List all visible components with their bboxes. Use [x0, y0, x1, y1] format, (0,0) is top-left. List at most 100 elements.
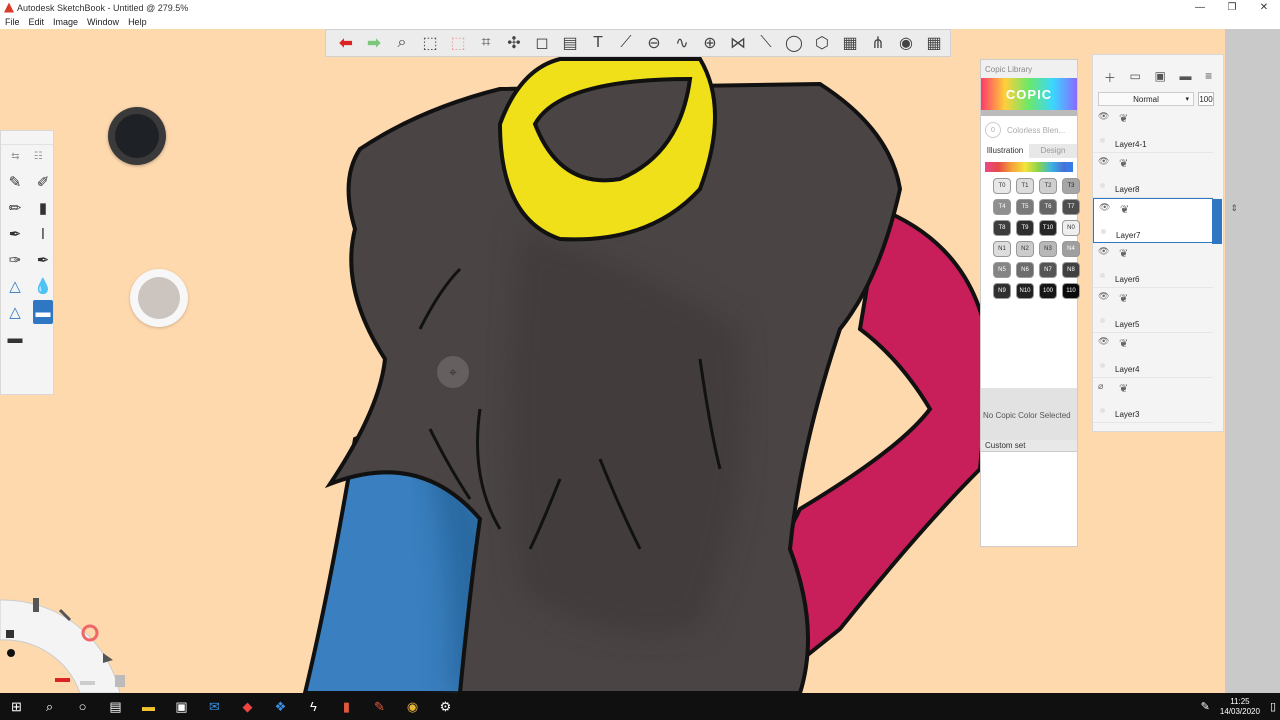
app-red-icon[interactable]: ◆	[231, 693, 264, 720]
symmetry-icon[interactable]: ⋈	[724, 31, 752, 55]
airbrush-icon[interactable]: △	[5, 274, 25, 298]
shape-icon[interactable]: ⬡	[808, 31, 836, 55]
distort-icon[interactable]: ◻	[528, 31, 556, 55]
pencil-brush-icon[interactable]: ✎	[5, 170, 25, 194]
layer-lock-dot[interactable]	[1100, 138, 1105, 143]
layer-row[interactable]: 👁 ❦ Layer6	[1093, 243, 1213, 288]
cortana-icon[interactable]: ○	[66, 693, 99, 720]
copic-swatch[interactable]: N5	[993, 262, 1011, 278]
select-icon[interactable]: ⬚	[416, 31, 444, 55]
copic-swatch[interactable]: 100	[1039, 283, 1057, 299]
transform-icon[interactable]: ✣	[500, 31, 528, 55]
close-icon[interactable]: ✕	[1248, 0, 1280, 15]
copic-icon[interactable]: ▦	[836, 31, 864, 55]
start-icon[interactable]: ⊞	[0, 693, 33, 720]
dropbox-icon[interactable]: ❖	[264, 693, 297, 720]
layer-options-icon[interactable]: ⇕	[1230, 203, 1238, 214]
zoom-icon[interactable]: ⌕	[388, 31, 416, 55]
layer-row[interactable]: 👁 ❦ Layer4-1	[1093, 108, 1213, 153]
menu-edit[interactable]: Edit	[29, 17, 45, 27]
undo-icon[interactable]: ⬅	[332, 31, 360, 55]
sketchbook-taskbar-icon[interactable]: ✎	[363, 693, 396, 720]
copic-swatch[interactable]: N1	[993, 241, 1011, 257]
circle-icon[interactable]: ◯	[780, 31, 808, 55]
eye-icon[interactable]: 👁	[1099, 202, 1110, 213]
hard-eraser-icon[interactable]: ▬	[5, 326, 25, 350]
layer-row[interactable]: ⌀ ❦ Layer3	[1093, 378, 1213, 423]
copic-swatch[interactable]: T0	[993, 178, 1011, 194]
layer-lock-dot[interactable]	[1100, 408, 1105, 413]
layer-lock-dot[interactable]	[1100, 363, 1105, 368]
perspective-icon[interactable]: ⊕	[696, 31, 724, 55]
tab-illustration[interactable]: Illustration	[981, 144, 1029, 158]
copic-swatch[interactable]: T4	[993, 199, 1011, 215]
eraser-icon[interactable]	[6, 630, 14, 638]
eye-icon[interactable]: 👁	[1098, 336, 1109, 347]
ruler-icon[interactable]: ⟋	[612, 31, 640, 55]
app-settings-icon[interactable]: ⚙	[429, 693, 462, 720]
layer-lock-dot[interactable]	[1101, 229, 1106, 234]
ink-brush-icon[interactable]: ✒	[5, 222, 25, 246]
eye-icon[interactable]: 👁	[1098, 156, 1109, 167]
copic-swatch[interactable]: 110	[1062, 283, 1080, 299]
copic-spectrum[interactable]	[985, 162, 1073, 172]
redo-icon[interactable]: ➡	[360, 31, 388, 55]
minimize-icon[interactable]: —	[1184, 0, 1216, 15]
layer-lock-dot[interactable]	[1100, 273, 1105, 278]
copic-swatch[interactable]: T5	[1016, 199, 1034, 215]
eraser-brush-icon[interactable]: ▬	[33, 300, 53, 324]
mail-icon[interactable]: ✉	[198, 693, 231, 720]
felt-brush-icon[interactable]: ▮	[33, 196, 53, 220]
office-icon[interactable]: ▮	[330, 693, 363, 720]
menu-image[interactable]: Image	[53, 17, 78, 27]
store-icon[interactable]: ▣	[165, 693, 198, 720]
ballpoint-brush-icon[interactable]: ✐	[33, 170, 53, 194]
layer-row[interactable]: 👁 ❦ Layer7 ⇕	[1093, 198, 1238, 244]
copic-swatch[interactable]: T1	[1016, 178, 1034, 194]
layer-row[interactable]: 👁 ❦ Layer5	[1093, 288, 1213, 333]
color-wheel-icon[interactable]: ◉	[892, 31, 920, 55]
cursor-icon[interactable]	[103, 653, 113, 663]
copic-swatch[interactable]: T7	[1062, 199, 1080, 215]
marker-brush-icon[interactable]: ✏	[5, 196, 25, 220]
text-icon[interactable]: T	[584, 31, 612, 55]
fine-brush-icon[interactable]: ǀ	[33, 222, 53, 246]
brush-list-icon[interactable]: ☷	[34, 151, 43, 162]
layer-row[interactable]: 👁 ❦ Layer4	[1093, 333, 1213, 378]
task-view-icon[interactable]: ▤	[99, 693, 132, 720]
brush-icon[interactable]	[33, 598, 39, 612]
copic-swatch[interactable]: N8	[1062, 262, 1080, 278]
copic-swatch[interactable]: T2	[1039, 178, 1057, 194]
file-explorer-icon[interactable]: ▬	[132, 693, 165, 720]
copic-swatch[interactable]: N3	[1039, 241, 1057, 257]
layer-menu-icon[interactable]: ≡	[1205, 69, 1212, 86]
fill-icon[interactable]: ▤	[556, 31, 584, 55]
copic-swatch[interactable]: N0	[1062, 220, 1080, 236]
copic-swatch[interactable]: T8	[993, 220, 1011, 236]
pen-tray-icon[interactable]: ✎	[1201, 700, 1210, 713]
eye-icon[interactable]: 👁	[1098, 111, 1109, 122]
layers-icon[interactable]	[115, 675, 125, 687]
copic-swatch[interactable]: N7	[1039, 262, 1057, 278]
eye-icon[interactable]: 👁	[1098, 246, 1109, 257]
color-dot-icon[interactable]	[7, 649, 15, 657]
add-group-icon[interactable]: ▭	[1130, 69, 1141, 86]
add-layer-icon[interactable]: ＋	[1104, 69, 1116, 86]
triangle-brush-icon[interactable]: △	[5, 300, 25, 324]
layer-lock-dot[interactable]	[1100, 183, 1105, 188]
copic-swatch[interactable]: N9	[993, 283, 1011, 299]
brush-settings-icon[interactable]: ⇆	[11, 151, 19, 162]
ellipse-guide-icon[interactable]: ⊖	[640, 31, 668, 55]
select-alt-icon[interactable]: ⬚	[444, 31, 472, 55]
tab-design[interactable]: Design	[1029, 144, 1077, 158]
crop-icon[interactable]: ⌗	[472, 31, 500, 55]
copic-swatch[interactable]: N2	[1016, 241, 1034, 257]
smudge-icon[interactable]: 💧	[33, 274, 53, 298]
line-icon[interactable]: ⟍	[752, 31, 780, 55]
menu-file[interactable]: File	[5, 17, 20, 27]
custom-set-header[interactable]: Custom set	[981, 440, 1077, 452]
copic-swatch[interactable]: N10	[1016, 283, 1034, 299]
brush-library-icon[interactable]: ⋔	[864, 31, 892, 55]
opacity-field[interactable]: 100	[1198, 92, 1214, 106]
search-icon[interactable]: ⌕	[33, 693, 66, 720]
